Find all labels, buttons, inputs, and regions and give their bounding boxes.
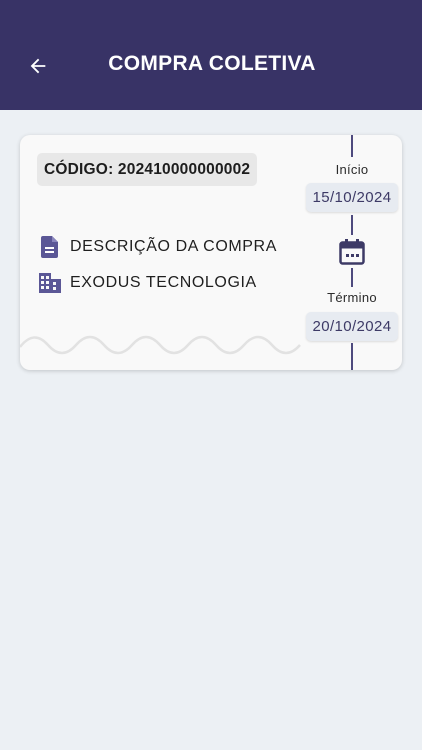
end-date: 20/10/2024 bbox=[306, 312, 398, 341]
purchase-description: DESCRIÇÃO DA COMPRA bbox=[70, 238, 277, 255]
start-label: Início bbox=[335, 162, 369, 177]
app-header: COMPRA COLETIVA bbox=[0, 0, 422, 110]
wave-decoration bbox=[20, 335, 301, 355]
purchase-code-badge: CÓDIGO: 202410000000002 bbox=[37, 153, 258, 186]
timeline-line-mid-top bbox=[351, 215, 353, 235]
calendar-icon bbox=[339, 239, 365, 265]
company-row: EXODUS TECNOLOGIA bbox=[39, 272, 257, 294]
document-icon bbox=[39, 236, 61, 258]
timeline-line-mid-bottom bbox=[351, 268, 353, 287]
end-label: Término bbox=[327, 290, 377, 305]
company-name: EXODUS TECNOLOGIA bbox=[70, 274, 257, 291]
timeline-line-top bbox=[351, 135, 353, 157]
start-date: 15/10/2024 bbox=[306, 183, 398, 212]
timeline-line-bottom bbox=[351, 343, 353, 370]
purchase-description-row: DESCRIÇÃO DA COMPRA bbox=[39, 236, 277, 258]
purchase-card[interactable]: CÓDIGO: 202410000000002 DESCRIÇÃO DA COM… bbox=[20, 135, 402, 370]
page-title: COMPRA COLETIVA bbox=[108, 52, 316, 75]
building-icon bbox=[39, 272, 61, 294]
